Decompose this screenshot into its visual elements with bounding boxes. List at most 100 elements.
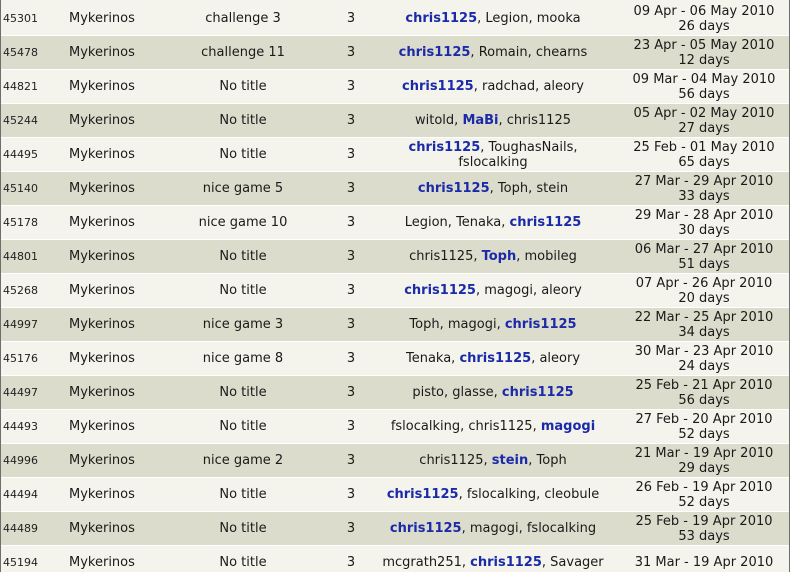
- player-name[interactable]: chris1125: [409, 249, 473, 264]
- winner-name[interactable]: MaBi: [462, 113, 498, 128]
- game-id[interactable]: 45244: [3, 104, 63, 137]
- game-id[interactable]: 45301: [3, 2, 63, 35]
- player-name[interactable]: aleory: [543, 79, 584, 94]
- winner-name[interactable]: chris1125: [459, 351, 531, 366]
- player-name[interactable]: Savager: [550, 555, 603, 570]
- game-id[interactable]: 44495: [3, 138, 63, 171]
- table-row[interactable]: 44497 Mykerinos No title 3 pisto, glasse, ch…: [1, 376, 789, 410]
- winner-name[interactable]: chris1125: [418, 181, 490, 196]
- player-name[interactable]: aleory: [541, 283, 582, 298]
- game-id[interactable]: 45478: [3, 36, 63, 69]
- winner-name[interactable]: chris1125: [399, 45, 471, 60]
- table-row[interactable]: 45268 Mykerinos No title 3 chris1125, magogi…: [1, 274, 789, 308]
- winner-name[interactable]: chris1125: [390, 521, 462, 536]
- player-name[interactable]: mobileg: [525, 249, 577, 264]
- player-name[interactable]: Romain: [479, 45, 528, 60]
- player-name[interactable]: Tenaka: [456, 215, 501, 230]
- game-id[interactable]: 44494: [3, 478, 63, 511]
- game-title[interactable]: nice game 5: [183, 172, 303, 205]
- winner-name[interactable]: chris1125: [502, 385, 574, 400]
- table-row[interactable]: 45176 Mykerinos nice game 8 3 Tenaka, chris1…: [1, 342, 789, 376]
- player-name[interactable]: chris1125: [419, 453, 483, 468]
- winner-name[interactable]: magogi: [541, 419, 595, 434]
- winner-name[interactable]: chris1125: [505, 317, 577, 332]
- game-title[interactable]: No title: [183, 104, 303, 137]
- game-title[interactable]: No title: [183, 138, 303, 171]
- game-id[interactable]: 44497: [3, 376, 63, 409]
- table-row[interactable]: 44997 Mykerinos nice game 3 3 Toph, magogi, …: [1, 308, 789, 342]
- game-id[interactable]: 44801: [3, 240, 63, 273]
- winner-name[interactable]: chris1125: [409, 140, 481, 155]
- game-title[interactable]: No title: [183, 376, 303, 409]
- winner-name[interactable]: chris1125: [510, 215, 582, 230]
- game-id[interactable]: 45194: [3, 546, 63, 572]
- game-id[interactable]: 45268: [3, 274, 63, 307]
- player-name[interactable]: mooka: [537, 11, 581, 26]
- game-title[interactable]: No title: [183, 410, 303, 443]
- table-row[interactable]: 45478 Mykerinos challenge 11 3 chris1125, Ro…: [1, 36, 789, 70]
- winner-name[interactable]: Toph: [482, 249, 517, 264]
- player-name[interactable]: Legion: [405, 215, 448, 230]
- game-id[interactable]: 45178: [3, 206, 63, 239]
- table-row[interactable]: 45194 Mykerinos No title 3 mcgrath251, chris…: [1, 546, 789, 572]
- player-name[interactable]: witold: [415, 113, 454, 128]
- player-name[interactable]: Legion: [485, 11, 528, 26]
- game-id[interactable]: 44997: [3, 308, 63, 341]
- player-name[interactable]: stein: [536, 181, 568, 196]
- table-row[interactable]: 45178 Mykerinos nice game 10 3 Legion, Tenak…: [1, 206, 789, 240]
- table-row[interactable]: 44801 Mykerinos No title 3 chris1125, Toph, …: [1, 240, 789, 274]
- game-title[interactable]: No title: [183, 240, 303, 273]
- table-row[interactable]: 44495 Mykerinos No title 3 chris1125, Tougha…: [1, 138, 789, 172]
- player-name[interactable]: fslocalking: [458, 155, 527, 170]
- table-row[interactable]: 45244 Mykerinos No title 3 witold, MaBi, chr…: [1, 104, 789, 138]
- player-name[interactable]: ToughasNails: [489, 140, 574, 155]
- game-id[interactable]: 44489: [3, 512, 63, 545]
- winner-name[interactable]: chris1125: [405, 11, 477, 26]
- winner-name[interactable]: chris1125: [402, 79, 474, 94]
- player-name[interactable]: chris1125: [468, 419, 532, 434]
- game-title[interactable]: nice game 10: [183, 206, 303, 239]
- table-row[interactable]: 44494 Mykerinos No title 3 chris1125, fsloca…: [1, 478, 789, 512]
- player-name[interactable]: fslocalking: [527, 521, 596, 536]
- player-name[interactable]: chearns: [536, 45, 587, 60]
- game-title[interactable]: No title: [183, 478, 303, 511]
- winner-name[interactable]: chris1125: [404, 283, 476, 298]
- player-name[interactable]: Toph: [498, 181, 528, 196]
- game-title[interactable]: challenge 11: [183, 36, 303, 69]
- table-row[interactable]: 45140 Mykerinos nice game 5 3 chris1125, Top…: [1, 172, 789, 206]
- player-name[interactable]: Toph: [537, 453, 567, 468]
- player-name[interactable]: magogi: [470, 521, 519, 536]
- table-row[interactable]: 44996 Mykerinos nice game 2 3 chris1125, ste…: [1, 444, 789, 478]
- table-row[interactable]: 44493 Mykerinos No title 3 fslocalking, chri…: [1, 410, 789, 444]
- game-title[interactable]: No title: [183, 546, 303, 572]
- player-name[interactable]: cleobule: [544, 487, 599, 502]
- winner-name[interactable]: stein: [492, 453, 528, 468]
- game-title[interactable]: No title: [183, 274, 303, 307]
- game-id[interactable]: 44493: [3, 410, 63, 443]
- player-name[interactable]: glasse: [452, 385, 493, 400]
- player-name[interactable]: chris1125: [507, 113, 571, 128]
- player-name[interactable]: fslocalking: [467, 487, 536, 502]
- game-id[interactable]: 45140: [3, 172, 63, 205]
- game-title[interactable]: nice game 3: [183, 308, 303, 341]
- game-id[interactable]: 44821: [3, 70, 63, 103]
- player-name[interactable]: aleory: [539, 351, 580, 366]
- game-id[interactable]: 44996: [3, 444, 63, 477]
- player-name[interactable]: mcgrath251: [382, 555, 462, 570]
- winner-name[interactable]: chris1125: [387, 487, 459, 502]
- game-title[interactable]: No title: [183, 512, 303, 545]
- player-name[interactable]: Tenaka: [406, 351, 451, 366]
- player-name[interactable]: pisto: [412, 385, 444, 400]
- player-name[interactable]: radchad: [482, 79, 535, 94]
- table-row[interactable]: 45301 Mykerinos challenge 3 3 chris1125, Leg…: [1, 2, 789, 36]
- table-row[interactable]: 44821 Mykerinos No title 3 chris1125, radcha…: [1, 70, 789, 104]
- player-name[interactable]: magogi: [484, 283, 533, 298]
- game-id[interactable]: 45176: [3, 342, 63, 375]
- game-title[interactable]: No title: [183, 70, 303, 103]
- game-title[interactable]: challenge 3: [183, 2, 303, 35]
- game-title[interactable]: nice game 2: [183, 444, 303, 477]
- player-name[interactable]: Toph: [409, 317, 439, 332]
- game-title[interactable]: nice game 8: [183, 342, 303, 375]
- player-name[interactable]: fslocalking: [391, 419, 460, 434]
- winner-name[interactable]: chris1125: [470, 555, 542, 570]
